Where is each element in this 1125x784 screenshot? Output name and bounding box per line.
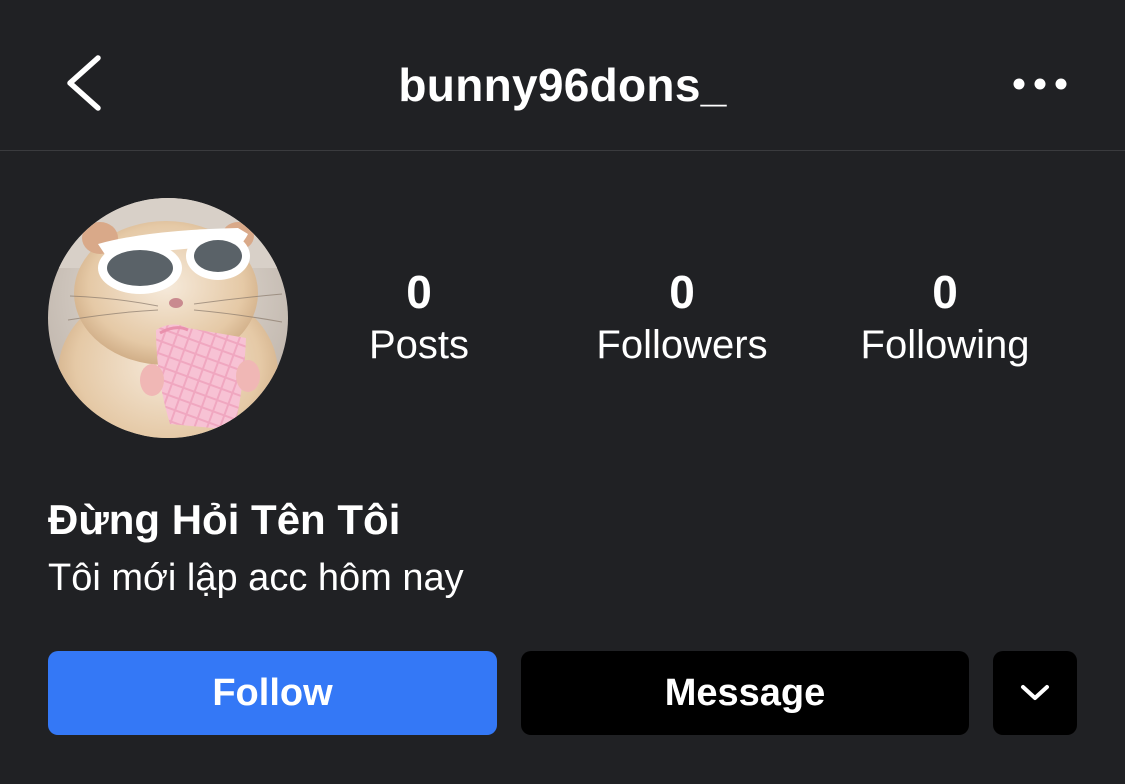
following-label: Following	[860, 323, 1030, 367]
posts-count: 0	[406, 266, 432, 318]
suggested-accounts-dropdown-button[interactable]	[993, 651, 1077, 735]
more-options-button[interactable]	[1005, 66, 1075, 102]
profile-display-name: Đừng Hỏi Tên Tôi	[48, 496, 401, 543]
top-navigation-bar: bunny96dons_	[0, 0, 1125, 151]
follow-button-label: Follow	[212, 671, 333, 714]
profile-username: bunny96dons_	[398, 59, 727, 111]
follow-button[interactable]: Follow	[48, 651, 497, 735]
message-button[interactable]: Message	[521, 651, 969, 735]
followers-stat[interactable]: 0 Followers	[552, 264, 812, 370]
posts-stat: 0 Posts	[289, 264, 549, 370]
profile-bio: Tôi mới lập acc hôm nay	[48, 557, 464, 599]
more-horizontal-icon	[1013, 78, 1067, 90]
following-count: 0	[932, 266, 958, 318]
hamster-avatar-image	[48, 198, 288, 438]
profile-avatar[interactable]	[48, 198, 288, 438]
followers-label: Followers	[596, 323, 768, 367]
following-stat[interactable]: 0 Following	[815, 264, 1075, 370]
chevron-down-icon	[1021, 685, 1049, 700]
posts-label: Posts	[368, 323, 470, 367]
message-button-label: Message	[664, 671, 826, 714]
followers-count: 0	[669, 266, 695, 318]
